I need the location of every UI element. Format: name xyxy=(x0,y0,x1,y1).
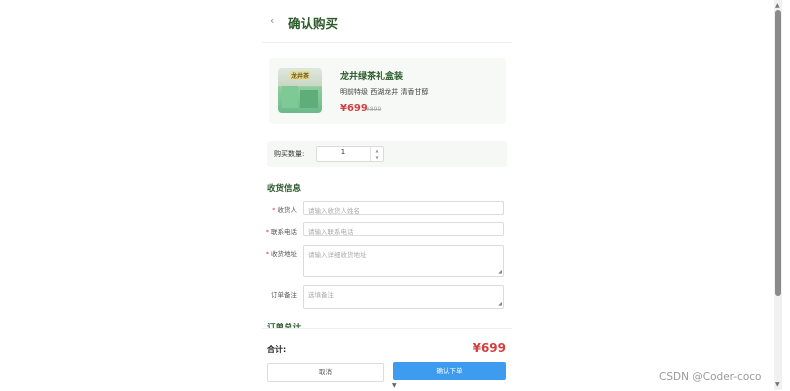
shipping-section-title: 收货信息 xyxy=(267,184,302,194)
address-label-text: 收货地址 xyxy=(271,250,297,258)
product-image-tag: 龙井茶 xyxy=(290,71,311,80)
product-description: 明前特级 西湖龙井 清香甘醇 xyxy=(340,88,429,96)
caret-down-icon[interactable]: ▼ xyxy=(371,154,383,161)
quantity-value[interactable]: 1 xyxy=(317,148,369,156)
receiver-input[interactable]: 请输入收货人姓名 xyxy=(303,201,504,215)
receiver-label: * 收货人 xyxy=(247,204,297,214)
cancel-button[interactable]: 取消 xyxy=(267,363,384,382)
phone-label: * 联系电话 xyxy=(247,226,297,236)
product-price: ¥699 xyxy=(340,103,368,114)
window-scrollbar[interactable]: ▲ ▼ xyxy=(774,0,782,390)
address-label: * 收货地址 xyxy=(247,248,297,258)
quantity-label: 购买数量: xyxy=(274,150,305,158)
page-title: 确认购买 xyxy=(288,16,339,31)
receiver-placeholder: 请输入收货人姓名 xyxy=(308,207,360,215)
remark-placeholder: 选填备注 xyxy=(308,291,334,299)
gift-box-shape xyxy=(282,86,298,108)
gift-box-shape xyxy=(300,90,318,108)
confirm-purchase-page: ‹ 确认购买 龙井茶 龙井绿茶礼盒装 明前特级 西湖龙井 清香甘醇 ¥699 ¥… xyxy=(262,0,512,391)
address-textarea[interactable]: 请输入详细收货地址 ◢ xyxy=(303,245,504,277)
quantity-stepper[interactable]: 1 ▲ ▼ xyxy=(316,146,384,162)
remark-label-text: 订单备注 xyxy=(271,291,297,299)
address-placeholder: 请输入详细收货地址 xyxy=(308,251,367,259)
confirm-order-button[interactable]: 确认下单 xyxy=(393,362,506,380)
resize-handle-icon[interactable]: ◢ xyxy=(498,269,502,275)
page-header: ‹ 确认购买 xyxy=(262,0,512,43)
remark-label: 订单备注 xyxy=(247,289,297,299)
stepper-arrows: ▲ ▼ xyxy=(370,147,383,161)
scroll-up-arrow-icon[interactable]: ▲ xyxy=(775,2,780,9)
quantity-row: 购买数量: 1 ▲ ▼ xyxy=(267,141,507,167)
scrollbar-thumb[interactable] xyxy=(775,10,781,296)
phone-placeholder: 请输入联系电话 xyxy=(308,228,354,236)
total-label: 合计: xyxy=(267,345,287,354)
total-amount: ¥699 xyxy=(472,341,506,355)
scroll-down-caret-icon: ▼ xyxy=(392,382,397,389)
required-mark: * xyxy=(272,206,276,214)
product-image: 龙井茶 xyxy=(278,68,322,113)
required-mark: * xyxy=(265,228,269,236)
receiver-label-text: 收货人 xyxy=(277,206,298,214)
product-name: 龙井绿茶礼盒装 xyxy=(340,72,404,82)
product-original-price: ¥899 xyxy=(366,106,382,113)
required-mark: * xyxy=(265,250,269,258)
caret-up-icon[interactable]: ▲ xyxy=(371,147,383,154)
phone-label-text: 联系电话 xyxy=(271,228,297,236)
remark-textarea[interactable]: 选填备注 ◢ xyxy=(303,285,504,309)
resize-handle-icon[interactable]: ◢ xyxy=(498,301,502,307)
chevron-left-icon[interactable]: ‹ xyxy=(270,14,274,27)
product-card: 龙井茶 龙井绿茶礼盒装 明前特级 西湖龙井 清香甘醇 ¥699 ¥899 xyxy=(269,58,506,124)
csdn-watermark: CSDN @Coder-coco xyxy=(659,371,762,383)
scroll-down-arrow-icon[interactable]: ▼ xyxy=(775,381,780,388)
phone-input[interactable]: 请输入联系电话 xyxy=(303,222,504,236)
checkout-footer: 合计: ¥699 取消 确认下单 ▼ xyxy=(262,328,512,391)
